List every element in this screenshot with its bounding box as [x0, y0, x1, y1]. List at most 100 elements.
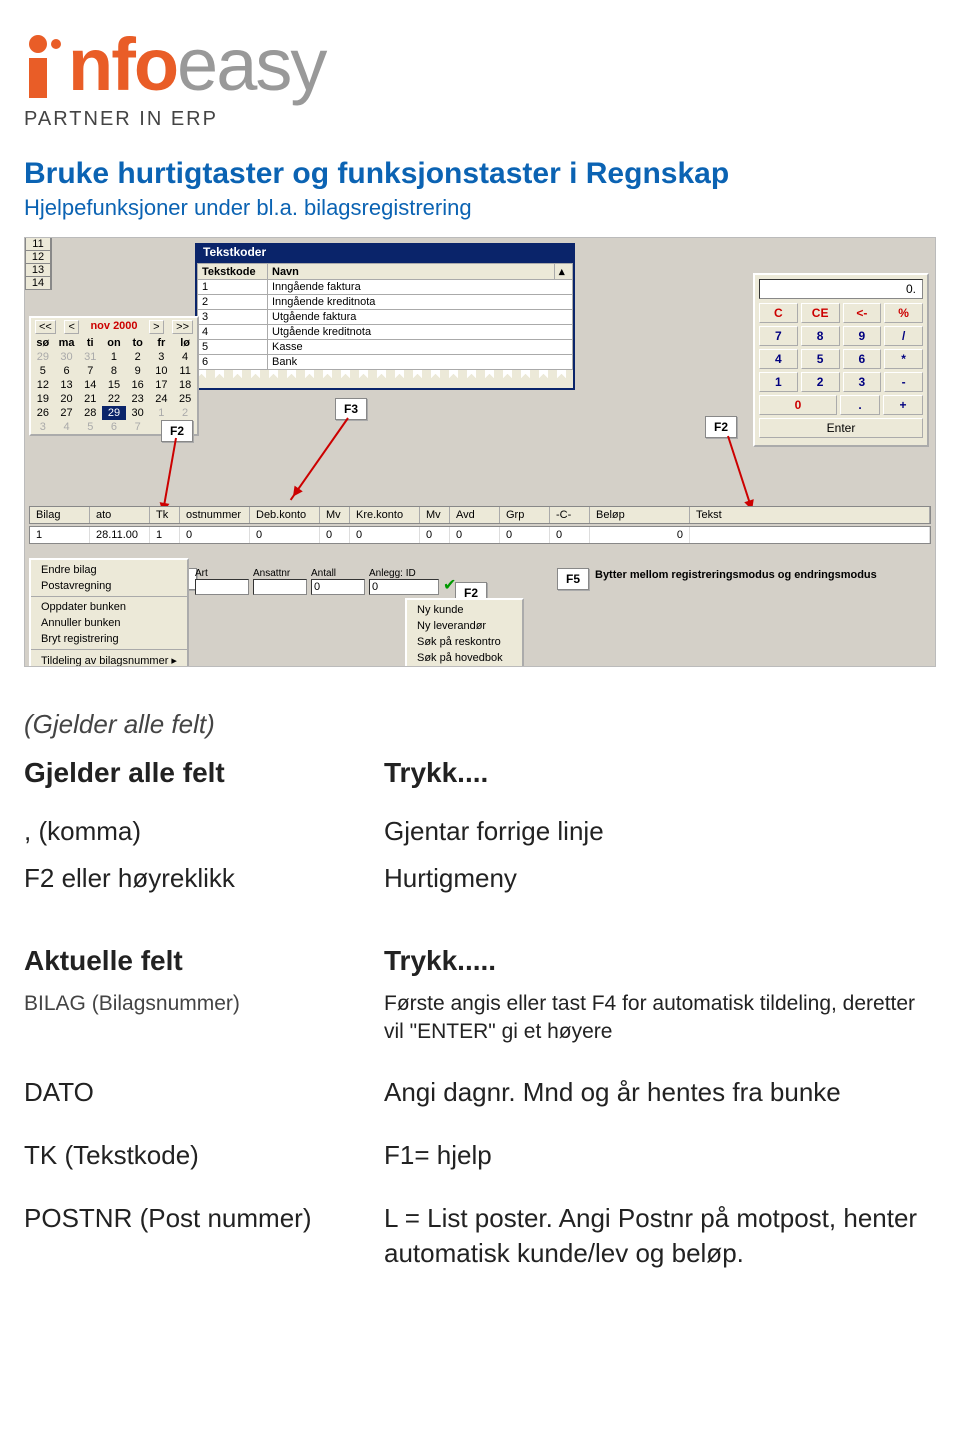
tk-code[interactable]: 5	[198, 340, 268, 355]
tk-code[interactable]: 2	[198, 295, 268, 310]
cal-day[interactable]: 26	[31, 406, 55, 420]
cal-day[interactable]: 30	[126, 406, 150, 420]
cal-day[interactable]: 2	[173, 406, 197, 420]
cal-day[interactable]: 20	[55, 392, 79, 406]
cal-day[interactable]: 27	[55, 406, 79, 420]
cal-day[interactable]: 5	[31, 364, 55, 378]
menu-item[interactable]: Endre bilag	[31, 562, 187, 578]
calc-9[interactable]: 9	[843, 326, 882, 346]
cal-day[interactable]: 7	[78, 364, 102, 378]
cal-next2[interactable]: >>	[172, 320, 193, 334]
calc-7[interactable]: 7	[759, 326, 798, 346]
cal-day[interactable]: 9	[126, 364, 150, 378]
menu-item[interactable]: Annuller bunken	[31, 615, 187, 631]
cell[interactable]: 28.11.00	[90, 527, 150, 543]
cell[interactable]: 0	[450, 527, 500, 543]
cal-day[interactable]: 7	[126, 420, 150, 434]
cal-day[interactable]: 19	[31, 392, 55, 406]
cal-day[interactable]: 5	[78, 420, 102, 434]
cal-day[interactable]: 11	[173, 364, 197, 378]
menu-item[interactable]: Tildeling av bilagsnummer ▸	[31, 652, 187, 667]
cal-day[interactable]: 3	[150, 350, 174, 364]
cal-day[interactable]: 22	[102, 392, 126, 406]
cal-day[interactable]: 13	[55, 378, 79, 392]
cal-day[interactable]: 15	[102, 378, 126, 392]
cal-day[interactable]: 2	[126, 350, 150, 364]
cal-day[interactable]: 14	[78, 378, 102, 392]
calc-add[interactable]: +	[883, 395, 923, 415]
calc-enter[interactable]: Enter	[759, 418, 923, 438]
context-menu-bilag[interactable]: Endre bilag Postavregning Oppdater bunke…	[29, 558, 189, 667]
context-menu-kunde[interactable]: Ny kunde Ny leverandør Søk på reskontro …	[405, 598, 524, 667]
tk-name[interactable]: Kasse	[268, 340, 573, 355]
tk-name[interactable]: Utgående kreditnota	[268, 325, 573, 340]
cell[interactable]: 0	[550, 527, 590, 543]
calc-0[interactable]: 0	[759, 395, 837, 415]
field-art[interactable]	[195, 579, 249, 595]
cal-day[interactable]: 10	[150, 364, 174, 378]
calc-4[interactable]: 4	[759, 349, 798, 369]
cal-day[interactable]: 4	[173, 350, 197, 364]
cal-day[interactable]: 31	[78, 350, 102, 364]
cell[interactable]: 0	[590, 527, 690, 543]
calc-sub[interactable]: -	[884, 372, 923, 392]
cal-day[interactable]: 6	[102, 420, 126, 434]
tk-name[interactable]: Inngående faktura	[268, 280, 573, 295]
calc-back[interactable]: <-	[843, 303, 882, 323]
field-anlegg[interactable]	[369, 579, 439, 595]
tekstkoder-window[interactable]: Tekstkoder Tekstkode Navn ▴ 1Inngående f…	[195, 243, 575, 390]
menu-item[interactable]: Ny leverandør	[407, 618, 522, 634]
calendar-popup[interactable]: << < nov 2000 > >> sø ma ti on to fr lø …	[29, 316, 199, 436]
cell[interactable]: 0	[180, 527, 250, 543]
cal-day[interactable]: 30	[55, 350, 79, 364]
calc-2[interactable]: 2	[801, 372, 840, 392]
calc-8[interactable]: 8	[801, 326, 840, 346]
menu-item[interactable]: Søk på hovedbok	[407, 650, 522, 666]
field-antall[interactable]	[311, 579, 365, 595]
tk-name[interactable]: Inngående kreditnota	[268, 295, 573, 310]
calc-mul[interactable]: *	[884, 349, 923, 369]
cal-day[interactable]: 24	[150, 392, 174, 406]
tk-code[interactable]: 4	[198, 325, 268, 340]
cal-day[interactable]: 1	[102, 350, 126, 364]
cal-day[interactable]: 29	[31, 350, 55, 364]
calc-5[interactable]: 5	[801, 349, 840, 369]
tk-code[interactable]: 6	[198, 355, 268, 370]
cell[interactable]: 0	[320, 527, 350, 543]
menu-item[interactable]: Bryt registrering	[31, 631, 187, 647]
tk-code[interactable]: 1	[198, 280, 268, 295]
cal-prev2[interactable]: <<	[35, 320, 56, 334]
cell[interactable]: 1	[30, 527, 90, 543]
cal-day[interactable]: 28	[78, 406, 102, 420]
tk-name[interactable]: Bank	[268, 355, 573, 370]
cal-day[interactable]: 16	[126, 378, 150, 392]
cell[interactable]: 0	[500, 527, 550, 543]
cal-day[interactable]: 3	[31, 420, 55, 434]
calc-div[interactable]: /	[884, 326, 923, 346]
menu-item[interactable]: Postavregning	[31, 578, 187, 594]
calc-3[interactable]: 3	[843, 372, 882, 392]
calc-pct[interactable]: %	[884, 303, 923, 323]
cell[interactable]	[690, 527, 930, 543]
menu-item[interactable]: Ajourhold reskontro	[407, 666, 522, 667]
menu-item[interactable]: Søk på reskontro	[407, 634, 522, 650]
cal-day[interactable]: 23	[126, 392, 150, 406]
calc-1[interactable]: 1	[759, 372, 798, 392]
calc-ce[interactable]: CE	[801, 303, 840, 323]
calc-6[interactable]: 6	[843, 349, 882, 369]
cell[interactable]: 0	[420, 527, 450, 543]
cal-prev[interactable]: <	[64, 320, 78, 334]
field-ansattnr[interactable]	[253, 579, 307, 595]
tk-code[interactable]: 3	[198, 310, 268, 325]
cell[interactable]: 1	[150, 527, 180, 543]
cell[interactable]: 0	[350, 527, 420, 543]
calc-c[interactable]: C	[759, 303, 798, 323]
cal-day[interactable]: 18	[173, 378, 197, 392]
cal-day[interactable]: 12	[31, 378, 55, 392]
calc-dot[interactable]: .	[840, 395, 880, 415]
cal-next[interactable]: >	[149, 320, 163, 334]
grid-row[interactable]: 1 28.11.00 1 0 0 0 0 0 0 0 0 0	[29, 526, 931, 544]
calculator-popup[interactable]: 0. C CE <- % 7 8 9 / 4 5 6 * 1 2 3 - 0 .	[753, 273, 929, 447]
cell[interactable]: 0	[250, 527, 320, 543]
cal-day[interactable]: 8	[102, 364, 126, 378]
